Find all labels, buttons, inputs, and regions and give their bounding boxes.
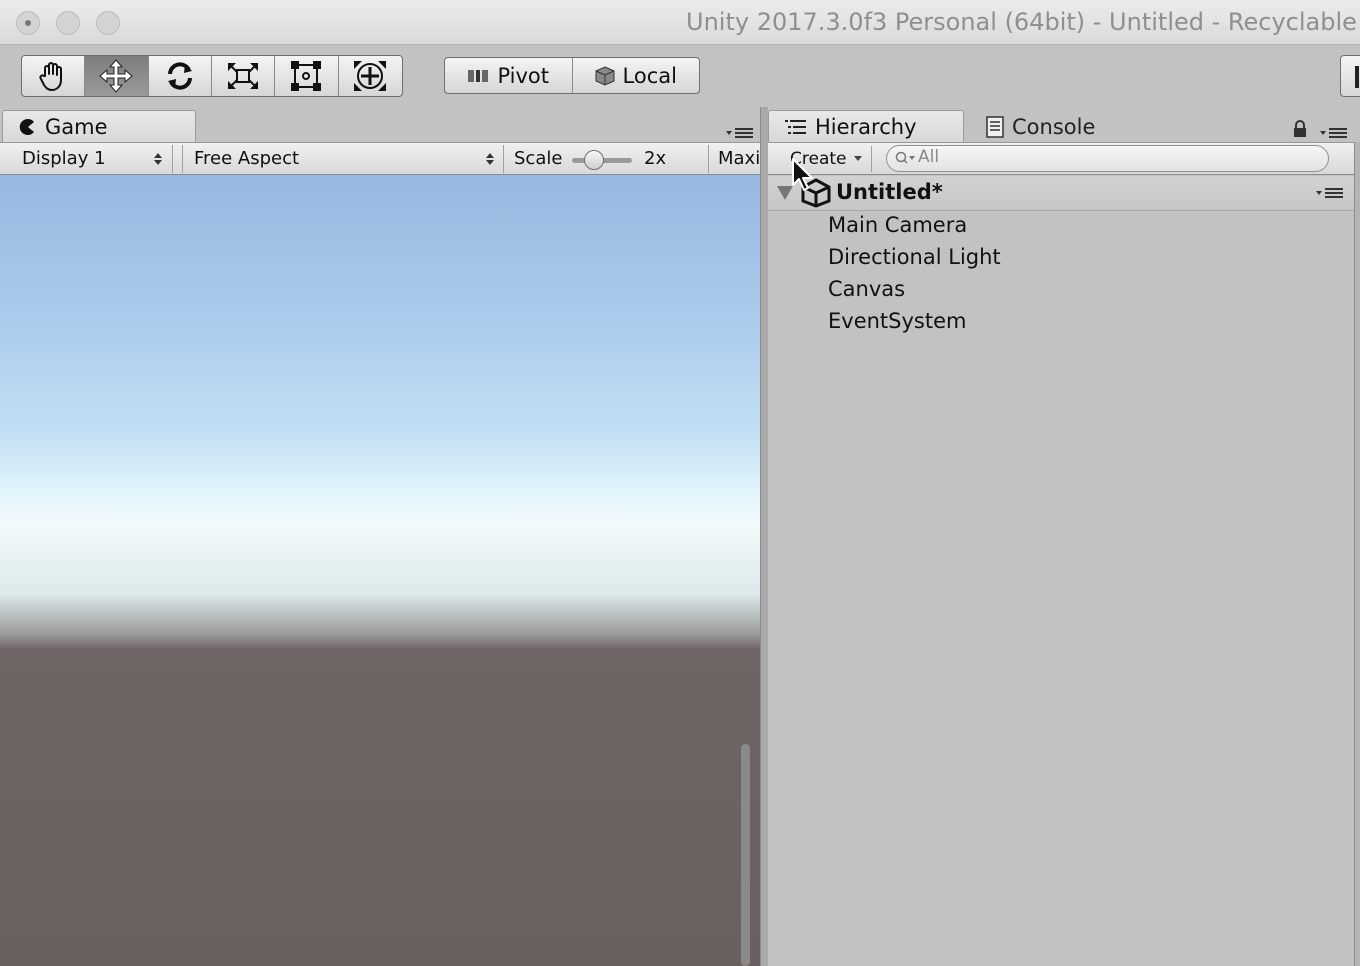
transform-tools-group [21, 55, 403, 97]
rect-tool-button[interactable] [275, 56, 339, 96]
scale-slider-thumb[interactable] [584, 150, 604, 170]
local-button[interactable]: Local [573, 58, 700, 93]
rotate-icon [167, 62, 192, 90]
pivot-button[interactable]: Pivot [445, 58, 573, 93]
display-label: Display 1 [22, 148, 106, 169]
console-doc-icon [986, 115, 1004, 138]
maximize-on-play-button[interactable]: Maxi [718, 143, 760, 174]
tab-game[interactable]: Game [2, 110, 196, 143]
hierarchy-item-eventsystem[interactable]: EventSystem [828, 309, 966, 333]
play-controls-partial[interactable] [1340, 55, 1360, 97]
aspect-dropdown[interactable]: Free Aspect [194, 143, 299, 174]
game-tab-label: Game [45, 115, 108, 139]
maximize-label: Maxi [718, 148, 761, 169]
close-window-button[interactable] [16, 11, 40, 35]
hierarchy-list-icon [785, 120, 806, 134]
transform-tool-button[interactable] [339, 56, 402, 96]
window-title: Unity 2017.3.0f3 Personal (64bit) - Unti… [686, 8, 1357, 36]
hierarchy-item-canvas[interactable]: Canvas [828, 277, 905, 301]
scale-label: Scale [514, 148, 563, 169]
tab-hierarchy[interactable]: Hierarchy [768, 110, 964, 143]
search-icon [895, 151, 915, 164]
pivot-label: Pivot [497, 63, 550, 88]
panel-splitter[interactable] [760, 107, 768, 966]
pivot-local-group: Pivot Local [444, 57, 700, 94]
game-viewport[interactable] [0, 175, 760, 966]
move-arrows-icon [99, 59, 134, 93]
hierarchy-panel-menu-icon[interactable] [1320, 126, 1348, 140]
rect-transform-icon [291, 61, 322, 91]
scale-tool-button[interactable] [212, 56, 276, 96]
game-view-toolbar: Display 1 Free Aspect Scale 2x Maxi [0, 142, 762, 175]
hierarchy-search-input[interactable] [886, 145, 1329, 172]
pacman-game-icon [19, 119, 34, 135]
scene-name: Untitled* [836, 180, 943, 204]
scene-menu-icon[interactable] [1316, 186, 1344, 200]
local-cube-icon [595, 65, 615, 86]
game-scrollbar[interactable] [741, 744, 750, 966]
hierarchy-tab-label: Hierarchy [815, 115, 917, 139]
scale-value: 2x [644, 148, 667, 169]
hand-icon [39, 62, 63, 91]
mouse-cursor-icon [792, 158, 813, 191]
search-placeholder: All [918, 147, 940, 167]
display-dropdown[interactable]: Display 1 [22, 143, 106, 174]
display-updown-icon [154, 153, 162, 165]
zoom-window-button[interactable] [96, 11, 120, 35]
rotate-tool-button[interactable] [149, 56, 212, 96]
lock-icon[interactable] [1292, 120, 1308, 138]
aspect-label: Free Aspect [194, 148, 300, 169]
hand-tool-button[interactable] [22, 56, 86, 96]
title-bar: Unity 2017.3.0f3 Personal (64bit) - Unti… [0, 0, 1360, 45]
hierarchy-right-border [1354, 142, 1360, 966]
hierarchy-item-main-camera[interactable]: Main Camera [828, 213, 967, 237]
chevron-down-icon [853, 155, 862, 161]
local-label: Local [622, 63, 677, 88]
transform-icon [354, 61, 387, 91]
main-toolbar: Pivot Local [0, 45, 1360, 107]
scale-icon [228, 63, 259, 89]
aspect-updown-icon [486, 153, 494, 165]
minimize-window-button[interactable] [56, 11, 80, 35]
tab-console[interactable]: Console [986, 110, 1095, 143]
console-tab-label: Console [1012, 114, 1096, 139]
hierarchy-item-directional-light[interactable]: Directional Light [828, 245, 1001, 269]
pivot-icon [468, 69, 489, 82]
move-tool-button[interactable] [85, 56, 149, 96]
game-panel-menu-icon[interactable] [726, 126, 754, 140]
